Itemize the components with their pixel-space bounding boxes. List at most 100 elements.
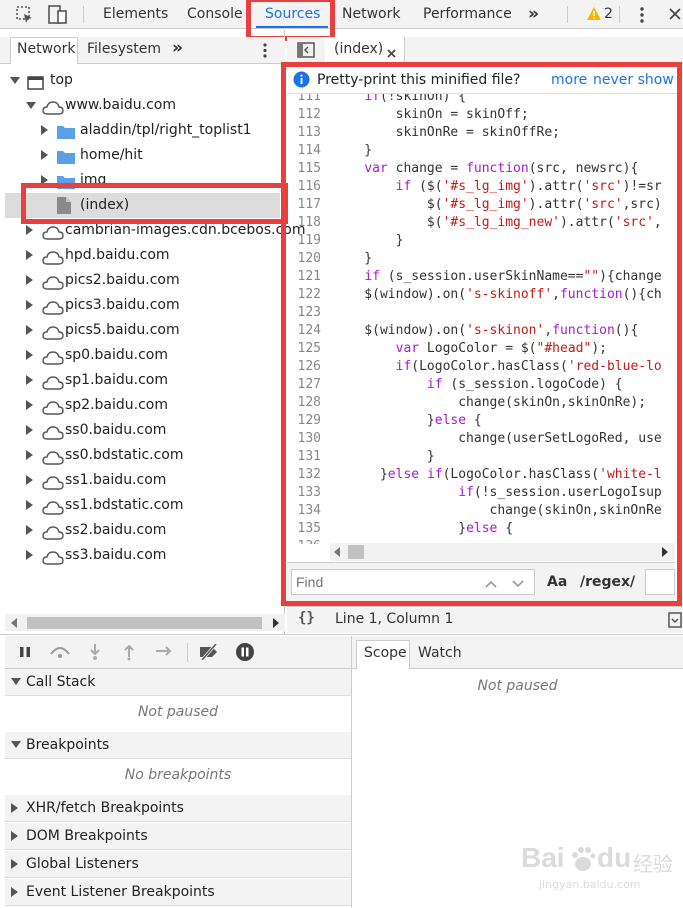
index-file-highlight (21, 183, 288, 224)
tree-item[interactable]: sp2.baidu.com (0, 393, 285, 418)
tree-item[interactable]: home/hit (0, 143, 285, 168)
navigator-tabs: Network Filesystem » (0, 37, 285, 64)
section-label: Call Stack (26, 674, 96, 690)
collapsed-arrow-icon[interactable] (26, 400, 33, 410)
collapsed-arrow-icon[interactable] (26, 250, 33, 260)
tree-item[interactable]: ss0.baidu.com (0, 418, 285, 443)
tree-item[interactable]: pics3.baidu.com (0, 293, 285, 318)
collapsed-arrow-icon[interactable] (26, 325, 33, 335)
tree-item[interactable]: ss3.baidu.com (0, 543, 285, 568)
device-toggle-icon[interactable] (48, 5, 68, 24)
collapsed-arrow-icon[interactable] (11, 803, 18, 813)
section-label: Event Listener Breakpoints (26, 884, 215, 900)
collapsed-arrow-icon[interactable] (11, 859, 18, 869)
debugger-toolbar (5, 636, 351, 669)
tree-item-label: top (50, 72, 73, 88)
scope-watch-tabbar: Scope Watch (352, 636, 683, 669)
expanded-arrow-icon[interactable] (11, 678, 21, 685)
expanded-arrow-icon[interactable] (26, 102, 36, 109)
section-placeholder: No breakpoints (124, 767, 232, 783)
inspect-element-icon[interactable] (16, 6, 34, 24)
tree-item[interactable]: sp1.baidu.com (0, 368, 285, 393)
pause-icon[interactable] (19, 646, 31, 658)
tree-item-label: sp2.baidu.com (65, 397, 169, 413)
collapsed-arrow-icon[interactable] (26, 550, 33, 560)
section-header[interactable]: Call Stack (5, 669, 351, 696)
section-header[interactable]: Event Listener Breakpoints (5, 879, 351, 906)
tree-item[interactable]: www.baidu.com (0, 93, 285, 118)
tree-item[interactable]: aladdin/tpl/right_toplist1 (0, 118, 285, 143)
section-label: XHR/fetch Breakpoints (26, 800, 184, 816)
collapsed-arrow-icon[interactable] (26, 500, 33, 510)
tree-item[interactable]: ss0.bdstatic.com (0, 443, 285, 468)
tree-item-label: ss2.baidu.com (65, 522, 167, 538)
toolbar-divider (619, 6, 620, 23)
section-header[interactable]: Global Listeners (5, 851, 351, 878)
collapsed-arrow-icon[interactable] (26, 350, 33, 360)
step-icon[interactable] (155, 645, 173, 657)
collapsed-arrow-icon[interactable] (26, 375, 33, 385)
tree-item[interactable]: top (0, 68, 285, 93)
tab-network-navigator-label[interactable]: Network (17, 36, 75, 63)
tree-item[interactable]: ss1.bdstatic.com (0, 493, 285, 518)
collapsed-arrow-icon[interactable] (26, 425, 33, 435)
collapsed-arrow-icon[interactable] (26, 275, 33, 285)
kebab-menu-icon[interactable] (640, 7, 644, 23)
tab-console[interactable]: Console (187, 0, 243, 29)
file-tab-label[interactable]: (index) (334, 36, 383, 63)
collapsed-arrow-icon[interactable] (41, 125, 48, 135)
scroll-left-arrow-icon[interactable] (11, 618, 17, 628)
navigator-more-button[interactable]: » (172, 35, 183, 62)
section-header[interactable]: Breakpoints (5, 732, 351, 759)
sidebar-split-divider[interactable] (351, 636, 352, 908)
tree-item-label: www.baidu.com (65, 97, 176, 113)
tab-watch[interactable]: Watch (418, 639, 462, 668)
section-header[interactable]: DOM Breakpoints (5, 823, 351, 850)
step-over-icon[interactable] (49, 644, 71, 658)
tree-item[interactable]: pics2.baidu.com (0, 268, 285, 293)
section-label: Global Listeners (26, 856, 139, 872)
tab-network[interactable]: Network (342, 0, 400, 29)
collapsed-arrow-icon[interactable] (26, 525, 33, 535)
watermark-url: jingyan.baidu.com (539, 878, 641, 891)
tree-item[interactable]: pics5.baidu.com (0, 318, 285, 343)
navigator-menu-icon[interactable] (263, 43, 267, 58)
pretty-print-button[interactable]: {} (298, 610, 315, 626)
collapsed-arrow-icon[interactable] (11, 887, 18, 897)
close-icon[interactable] (669, 8, 681, 20)
collapsed-arrow-icon[interactable] (26, 300, 33, 310)
coverage-icon[interactable] (668, 612, 682, 628)
paw-icon (571, 846, 596, 872)
collapsed-arrow-icon[interactable] (26, 225, 33, 235)
close-tab-icon[interactable] (387, 46, 396, 58)
more-tabs-button[interactable]: » (528, 0, 539, 29)
scroll-right-arrow-icon[interactable] (273, 618, 279, 628)
tree-item-label: sp0.baidu.com (65, 347, 169, 363)
tab-performance[interactable]: Performance (423, 0, 512, 29)
pause-on-exceptions-icon[interactable] (235, 642, 255, 662)
navigator-scrollbar[interactable] (5, 614, 285, 631)
scrollbar-thumb[interactable] (27, 617, 262, 629)
step-out-icon[interactable] (123, 643, 135, 661)
tab-scope[interactable]: Scope (364, 639, 407, 668)
step-into-icon[interactable] (89, 643, 101, 661)
tree-item[interactable]: ss2.baidu.com (0, 518, 285, 543)
tree-item[interactable]: ss1.baidu.com (0, 468, 285, 493)
tab-elements[interactable]: Elements (103, 0, 168, 29)
tree-item[interactable]: sp0.baidu.com (0, 343, 285, 368)
collapsed-arrow-icon[interactable] (26, 450, 33, 460)
warning-icon[interactable] (587, 7, 601, 20)
collapsed-arrow-icon[interactable] (41, 150, 48, 160)
expanded-arrow-icon[interactable] (11, 741, 21, 748)
toggle-navigator-icon[interactable] (297, 42, 315, 58)
deactivate-breakpoints-icon[interactable] (198, 643, 220, 661)
section-header[interactable]: XHR/fetch Breakpoints (5, 795, 351, 822)
tree-item-label: ss3.baidu.com (65, 547, 167, 563)
collapsed-arrow-icon[interactable] (26, 475, 33, 485)
tree-item[interactable]: hpd.baidu.com (0, 243, 285, 268)
expanded-arrow-icon[interactable] (10, 77, 20, 84)
warning-count[interactable]: 2 (604, 0, 613, 29)
tab-filesystem[interactable]: Filesystem (87, 36, 161, 63)
collapsed-arrow-icon[interactable] (11, 831, 18, 841)
tree-item-label: pics3.baidu.com (65, 297, 180, 313)
